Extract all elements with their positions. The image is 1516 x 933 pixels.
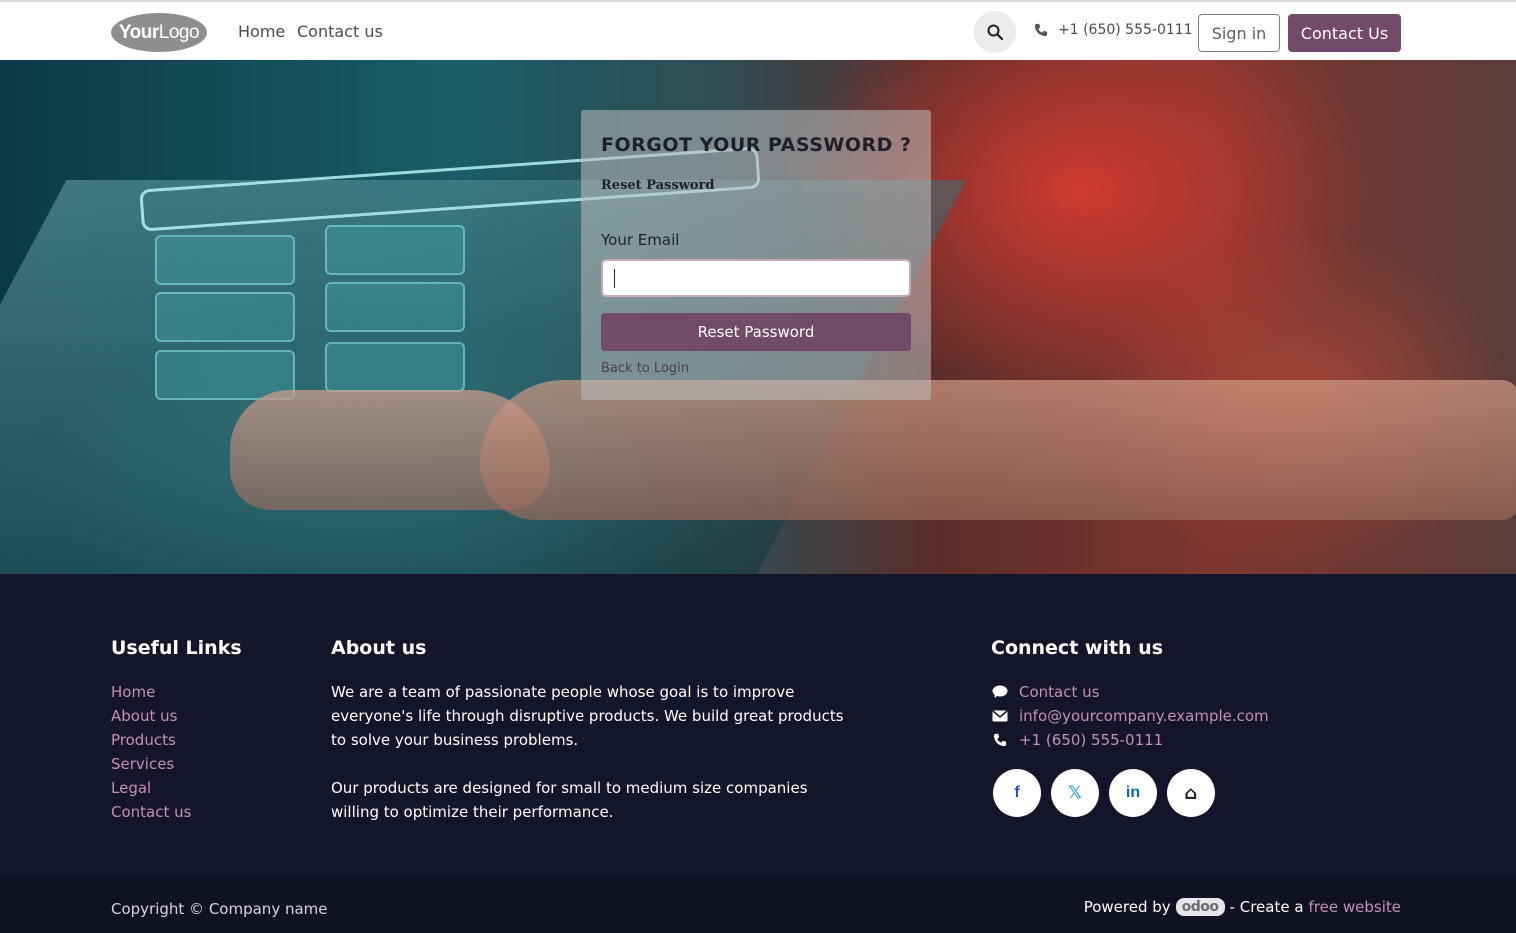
hero-tile [325,342,465,392]
site-logo[interactable]: Your Logo [111,13,207,52]
footer-link-home[interactable]: Home [111,680,191,704]
hero-hand-right [480,380,1516,520]
about-paragraph-2: Our products are designed for small to m… [331,779,808,821]
facebook-button[interactable]: f [993,769,1041,817]
copyright-text: Copyright © Company name [111,900,328,918]
footer-link-legal[interactable]: Legal [111,776,191,800]
connect-email-label: info@yourcompany.example.com [1019,707,1269,725]
about-paragraph-1: We are a team of passionate people whose… [331,683,844,749]
footer-link-about-us[interactable]: About us [111,704,191,728]
connect-phone[interactable]: +1 (650) 555-0111 [991,728,1269,752]
about-us-text: We are a team of passionate people whose… [331,680,851,824]
connect-phone-label: +1 (650) 555-0111 [1019,731,1164,749]
site-footer: Useful Links Home About us Products Serv… [0,574,1516,878]
header-phone-number: +1 (650) 555-0111 [1058,22,1193,38]
contact-us-button[interactable]: Contact Us [1288,14,1401,52]
useful-links-list: Home About us Products Services Legal Co… [111,680,191,824]
connect-list: Contact us info@yourcompany.example.com … [991,680,1269,752]
bottom-bar: Copyright © Company name Powered by odoo… [0,878,1516,933]
phone-icon [991,733,1009,747]
free-website-link[interactable]: free website [1309,898,1401,916]
logo-text-thin: Logo [158,21,200,43]
site-header: Your Logo Home Contact us +1 (650) 555-01… [0,0,1516,60]
phone-icon [1034,23,1048,37]
hero-tile [325,282,465,332]
search-icon [987,24,1003,40]
footer-link-products[interactable]: Products [111,728,191,752]
create-text: - Create a [1229,898,1304,916]
about-us-heading: About us [331,637,427,659]
linkedin-icon: in [1125,784,1141,801]
connect-email[interactable]: info@yourcompany.example.com [991,704,1269,728]
useful-links-heading: Useful Links [111,637,242,659]
search-button[interactable] [974,11,1016,53]
footer-link-services[interactable]: Services [111,752,191,776]
text-cursor [614,269,615,288]
odoo-logo[interactable]: odoo [1175,898,1225,916]
reset-password-button[interactable]: Reset Password [601,313,911,351]
hero-tile [155,235,295,285]
connect-heading: Connect with us [991,637,1164,659]
powered-by-label: Powered by [1083,898,1171,916]
comment-icon [991,685,1009,699]
hero-tile [325,225,465,275]
header-phone[interactable]: +1 (650) 555-0111 [1034,22,1193,38]
back-to-login-link[interactable]: Back to Login [601,361,689,376]
reset-password-card: FORGOT YOUR PASSWORD ? Reset Password Yo… [581,110,931,400]
x-twitter-button[interactable]: 𝕏 [1051,769,1099,817]
nav-home[interactable]: Home [238,22,285,41]
x-icon: 𝕏 [1068,783,1082,803]
home-icon: ⌂ [1184,782,1198,804]
connect-contact-us-label: Contact us [1019,683,1100,701]
social-links: f 𝕏 in ⌂ [993,769,1215,817]
email-label: Your Email [601,231,680,249]
hero-tile [155,292,295,342]
nav-contact-us[interactable]: Contact us [297,22,383,41]
logo-text-bold: Your [118,21,159,43]
form-subtitle: Reset Password [601,178,715,193]
linkedin-button[interactable]: in [1109,769,1157,817]
connect-contact-us[interactable]: Contact us [991,680,1269,704]
facebook-icon: f [1014,784,1020,801]
powered-by: Powered by odoo - Create a free website [1084,898,1401,916]
email-field[interactable] [601,259,911,297]
footer-link-contact-us[interactable]: Contact us [111,800,191,824]
envelope-icon [991,710,1009,722]
home-button[interactable]: ⌂ [1167,769,1215,817]
page-title: FORGOT YOUR PASSWORD ? [601,134,912,156]
sign-in-button[interactable]: Sign in [1198,14,1280,52]
